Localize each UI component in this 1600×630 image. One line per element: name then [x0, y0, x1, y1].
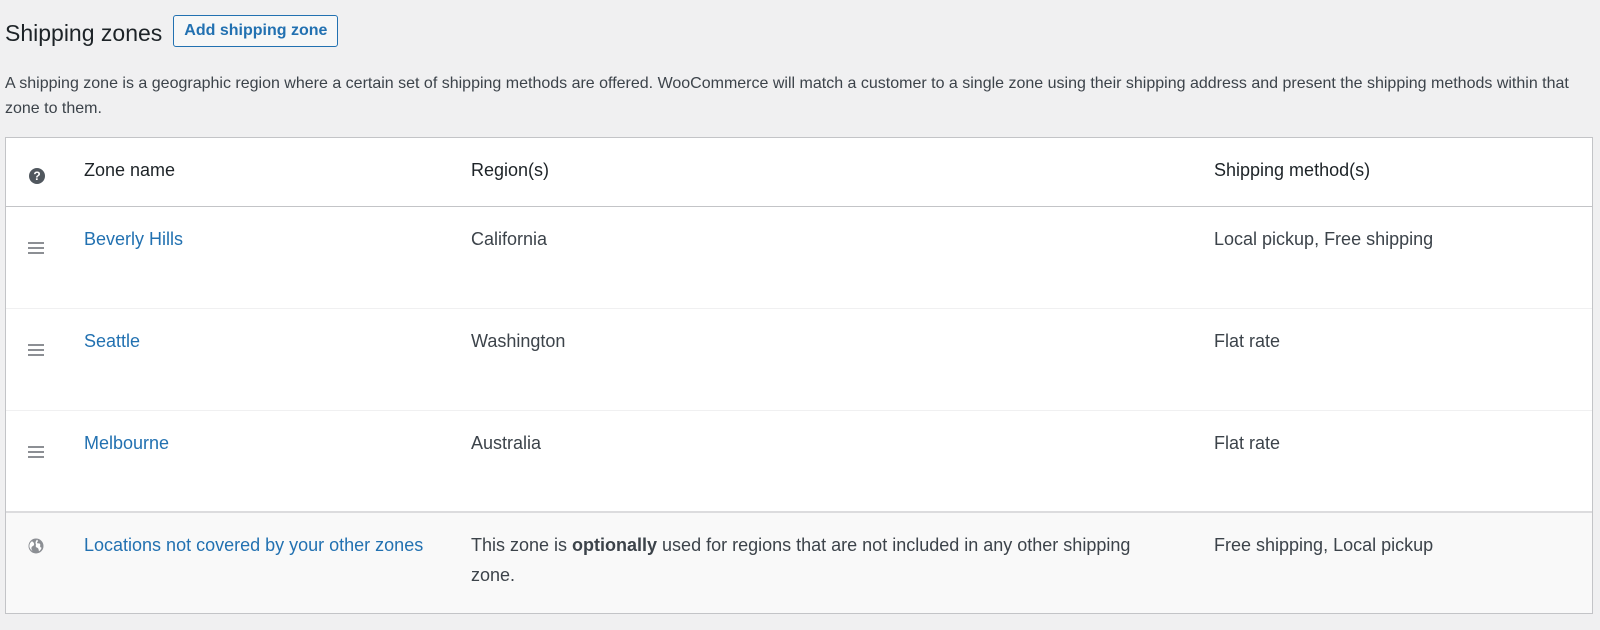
help-icon[interactable]: ?: [29, 168, 45, 184]
zone-name-cell: Melbourne: [84, 428, 169, 458]
table-row: Beverly Hills California Local pickup, F…: [6, 207, 1592, 309]
shipping-zones-table: ? Zone name Region(s) Shipping method(s)…: [5, 137, 1593, 614]
zone-link-beverly-hills[interactable]: Beverly Hills: [84, 229, 183, 249]
table-row: Melbourne Australia Flat rate: [6, 411, 1592, 513]
region-text-prefix: This zone is: [471, 535, 573, 555]
drag-handle-icon[interactable]: [28, 344, 44, 356]
zone-methods: Local pickup, Free shipping: [1214, 229, 1434, 249]
zone-methods: Free shipping, Local pickup: [1214, 535, 1434, 555]
page-header: Shipping zones Add shipping zone: [5, 13, 339, 49]
table-row: Seattle Washington Flat rate: [6, 309, 1592, 411]
zone-name-cell: Locations not covered by your other zone…: [84, 530, 423, 560]
zone-link-seattle[interactable]: Seattle: [84, 331, 140, 351]
rest-of-world-row: Locations not covered by your other zone…: [6, 513, 1592, 613]
page-title: Shipping zones: [5, 20, 163, 46]
zone-region: California: [471, 229, 548, 249]
zone-region: Australia: [471, 433, 542, 453]
column-header-zone-name: Zone name: [84, 160, 176, 180]
drag-handle-icon[interactable]: [28, 446, 44, 458]
drag-cell: [28, 224, 44, 254]
help-cell: ?: [28, 155, 45, 185]
region-text-bold: optionally: [572, 535, 658, 555]
zone-name-cell: Seattle: [84, 326, 140, 356]
page-description: A shipping zone is a geographic region w…: [5, 75, 1569, 117]
add-shipping-zone-button[interactable]: Add shipping zone: [173, 15, 339, 47]
zone-region: Washington: [471, 331, 566, 351]
column-header-regions: Region(s): [471, 160, 550, 180]
zone-link-rest-of-world[interactable]: Locations not covered by your other zone…: [84, 535, 423, 555]
globe-cell: [28, 530, 44, 560]
zone-region: This zone is optionally used for regions…: [471, 530, 1161, 590]
table-header-row: ? Zone name Region(s) Shipping method(s): [6, 138, 1592, 207]
drag-cell: [28, 326, 44, 356]
drag-cell: [28, 428, 44, 458]
zone-methods: Flat rate: [1214, 433, 1281, 453]
globe-icon: [28, 538, 44, 554]
drag-handle-icon[interactable]: [28, 242, 44, 254]
zone-link-melbourne[interactable]: Melbourne: [84, 433, 169, 453]
zone-name-cell: Beverly Hills: [84, 224, 183, 254]
zone-methods: Flat rate: [1214, 331, 1281, 351]
column-header-methods: Shipping method(s): [1214, 160, 1371, 180]
